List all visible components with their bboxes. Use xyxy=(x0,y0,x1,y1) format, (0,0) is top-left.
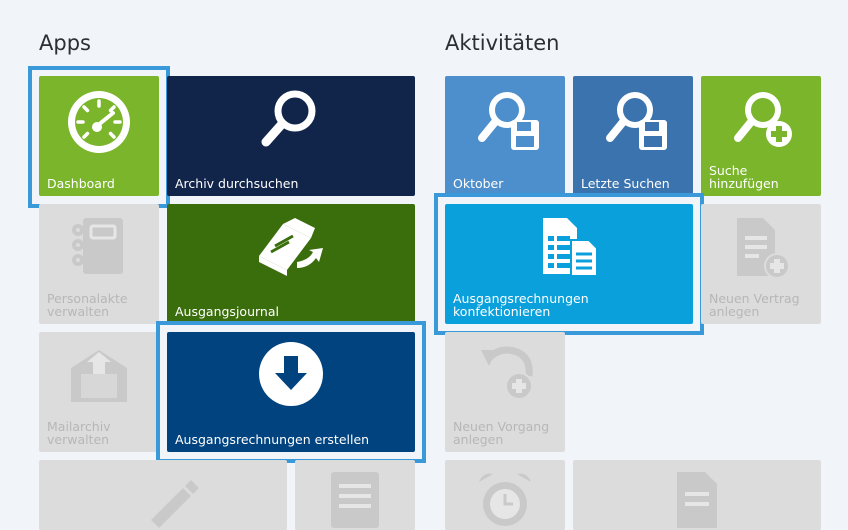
tile-ausgangsrechnungen-erstellen[interactable]: Ausgangsrechnungen erstellen xyxy=(167,332,415,452)
apps-heading: Apps xyxy=(39,31,91,55)
tile-label: Ausgangsrechnungen konfektionieren xyxy=(453,291,589,319)
new-process-icon xyxy=(481,346,533,400)
saved-search-icon xyxy=(606,92,667,150)
archive-box-icon xyxy=(71,350,127,402)
tile-mailarchiv-verwalten[interactable]: Mailarchiv verwalten xyxy=(39,332,159,452)
tile-label: Ausgangsjournal xyxy=(175,304,279,319)
tile-personalakte-verwalten[interactable]: Personalakte verwalten xyxy=(39,204,159,324)
tile-document-partial[interactable] xyxy=(295,460,415,530)
alarm-clock-icon xyxy=(479,473,531,526)
tile-dashboard[interactable]: Dashboard xyxy=(39,76,159,196)
notebook-icon xyxy=(72,218,123,274)
activities-heading: Aktivitäten xyxy=(445,31,560,55)
tile-label: Dashboard xyxy=(47,176,115,191)
tile-ausgangsjournal[interactable]: Ausgangsjournal xyxy=(167,204,415,324)
tile-label: Archiv durchsuchen xyxy=(175,176,299,191)
tile-label: Letzte Suchen xyxy=(581,176,670,191)
tile-label: Neuen Vorgang anlegen xyxy=(453,419,550,447)
report-document-icon xyxy=(677,472,717,528)
tile-label: Personalakte verwalten xyxy=(47,291,128,319)
tile-ausgangsrechnungen-konfektionieren[interactable]: Ausgangsrechnungen konfektionieren xyxy=(445,204,693,324)
download-arrow-icon xyxy=(259,342,323,406)
tile-oktober[interactable]: Oktober xyxy=(445,76,565,196)
tile-letzte-suchen[interactable]: Letzte Suchen xyxy=(573,76,693,196)
tile-label: Mailarchiv verwalten xyxy=(47,419,111,447)
saved-search-icon xyxy=(478,92,539,150)
tile-label: Oktober xyxy=(453,176,504,191)
tile-edit-partial[interactable] xyxy=(39,460,287,530)
pencil-icon xyxy=(151,480,199,528)
speedometer-icon xyxy=(68,91,130,153)
invoice-documents-icon xyxy=(543,218,598,277)
magnifier-icon xyxy=(261,90,316,147)
tile-label: Neuen Vertrag anlegen xyxy=(709,291,800,319)
book-export-icon xyxy=(259,218,323,276)
tile-archiv-durchsuchen[interactable]: Archiv durchsuchen xyxy=(167,76,415,196)
add-search-icon xyxy=(734,92,792,147)
tile-label: Ausgangsrechnungen erstellen xyxy=(175,432,370,447)
tile-neuen-vorgang-anlegen[interactable]: Neuen Vorgang anlegen xyxy=(445,332,565,452)
tile-alarm-partial[interactable] xyxy=(445,460,565,530)
tile-label: Suche hinzufügen xyxy=(709,163,779,191)
tile-suche-hinzufuegen[interactable]: Suche hinzufügen xyxy=(701,76,821,196)
new-contract-icon xyxy=(737,218,790,279)
tile-neuen-vertrag-anlegen[interactable]: Neuen Vertrag anlegen xyxy=(701,204,821,324)
tile-report-partial[interactable] xyxy=(573,460,821,530)
document-list-icon xyxy=(331,472,379,528)
